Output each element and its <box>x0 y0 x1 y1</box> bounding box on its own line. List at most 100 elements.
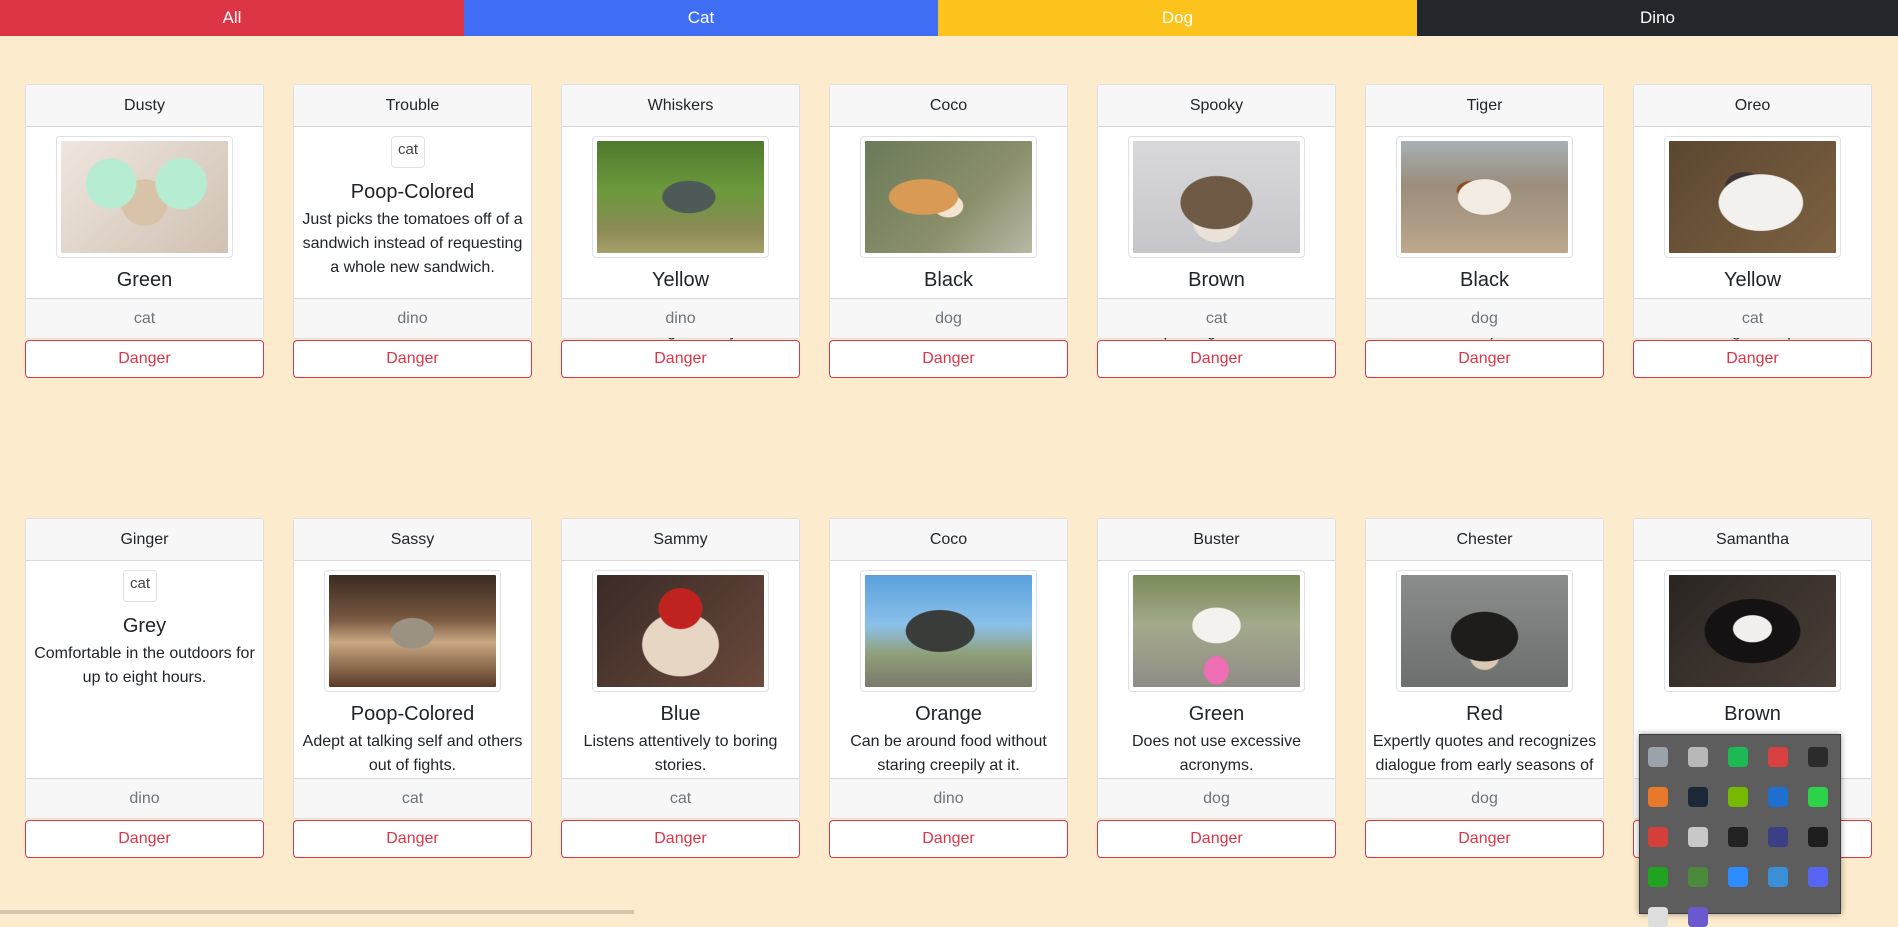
pet-color: Green <box>116 269 173 291</box>
pet-name: Coco <box>830 85 1067 127</box>
pet-color: Red <box>1466 703 1503 725</box>
bluetooth-icon[interactable] <box>1768 787 1788 807</box>
pet-name: Whiskers <box>562 85 799 127</box>
pet-description: Can be around food without staring creep… <box>850 733 1047 774</box>
pet-name: Samantha <box>1634 519 1871 561</box>
danger-button[interactable]: Danger <box>293 820 532 858</box>
pet-type: dino <box>562 298 799 338</box>
danger-button[interactable]: Danger <box>1365 340 1604 378</box>
pet-name: Chester <box>1366 519 1603 561</box>
monitor-app-icon[interactable] <box>1688 867 1708 887</box>
pet-image <box>1664 136 1841 258</box>
persian-cat-devil-hat-photo <box>597 575 764 687</box>
spotify-icon[interactable] <box>1728 747 1748 767</box>
pet-name: Buster <box>1098 519 1335 561</box>
filter-dog-button[interactable]: Dog <box>938 0 1417 36</box>
pet-name: Tiger <box>1366 85 1603 127</box>
pet-type: dog <box>830 298 1067 338</box>
pet-image <box>56 136 233 258</box>
pet-image <box>1128 570 1305 692</box>
pet-color: Green <box>1188 703 1245 725</box>
pet-description: Adept at talking self and others out of … <box>302 733 523 774</box>
pet-image <box>592 136 769 258</box>
pet-name: Oreo <box>1634 85 1871 127</box>
filter-dino-button[interactable]: Dino <box>1417 0 1898 36</box>
horizontal-scrollbar[interactable] <box>0 910 634 914</box>
network-app-icon[interactable] <box>1768 867 1788 887</box>
vpn-shield-icon[interactable] <box>1768 747 1788 767</box>
snip-tool-icon[interactable] <box>1648 747 1668 767</box>
pet-name: Coco <box>830 519 1067 561</box>
laughing-cat-photo <box>1669 141 1836 253</box>
pet-card: OreoYellowAble to stop chewing ice or wh… <box>1633 84 1872 340</box>
pet-type: cat <box>294 778 531 818</box>
dog-in-pink-boots-photo <box>1133 575 1300 687</box>
quotes-icon[interactable] <box>1808 827 1828 847</box>
maine-coon-cat-photo <box>1133 141 1300 253</box>
pet-description: Comfortable in the outdoors for up to ei… <box>34 645 255 686</box>
usb-drive-icon[interactable] <box>1688 747 1708 767</box>
pet-type: cat <box>562 778 799 818</box>
pet-type: cat <box>26 298 263 338</box>
type-filter-bar: All Cat Dog Dino <box>0 0 1898 36</box>
pen-icon[interactable] <box>1808 747 1828 767</box>
pet-image <box>860 136 1037 258</box>
extra-icon-2[interactable] <box>1688 907 1708 927</box>
danger-button[interactable]: Danger <box>561 340 800 378</box>
filter-all-button[interactable]: All <box>0 0 464 36</box>
danger-button[interactable]: Danger <box>561 820 800 858</box>
pet-card: Trouble cat Poop-Colored Just picks the tom… <box>293 84 532 339</box>
pet-image <box>1396 570 1573 692</box>
pet-card: WhiskersYellowCan prove he is a real man… <box>561 84 800 340</box>
danger-button[interactable]: Danger <box>25 340 264 378</box>
microphone-icon[interactable] <box>1688 827 1708 847</box>
danger-button[interactable]: Danger <box>829 820 1068 858</box>
broken-image-icon: cat <box>391 136 426 168</box>
danger-button[interactable]: Danger <box>25 820 264 858</box>
pet-description: Does not use excessive acronyms. <box>1132 733 1301 774</box>
pet-name: Ginger <box>26 519 263 561</box>
pet-description: Just picks the tomatoes off of a sandwic… <box>302 211 523 276</box>
danger-button[interactable]: Danger <box>1097 820 1336 858</box>
danger-button[interactable]: Danger <box>829 340 1068 378</box>
pet-type: dino <box>26 778 263 818</box>
pet-card: Chester Red Expertly quotes and recognizes… <box>1365 518 1604 819</box>
danger-button[interactable]: Danger <box>1633 340 1872 378</box>
filter-cat-button[interactable]: Cat <box>464 0 938 36</box>
pet-color: Black <box>1460 269 1509 291</box>
pet-color: Grey <box>122 615 167 637</box>
danger-button[interactable]: Danger <box>293 340 532 378</box>
pet-card: CocoBlackBurps minimally.dog <box>829 84 1068 339</box>
xbox-icon[interactable] <box>1648 867 1668 887</box>
dog-with-fake-glasses-photo <box>1401 575 1568 687</box>
pet-type: dog <box>1098 778 1335 818</box>
cat-wearing-green-wig-photo <box>61 141 228 253</box>
steam-icon[interactable] <box>1688 787 1708 807</box>
pet-card: DustyGreenGives sincere apologies.cat <box>25 84 264 339</box>
danger-button[interactable]: Danger <box>1365 820 1604 858</box>
pet-image <box>1128 136 1305 258</box>
pet-type: dino <box>294 298 531 338</box>
pet-image <box>1664 570 1841 692</box>
pet-color: Brown <box>1724 703 1781 725</box>
media-app-icon[interactable] <box>1648 787 1668 807</box>
pet-type: cat <box>1098 298 1335 338</box>
zoom-icon[interactable] <box>1728 867 1748 887</box>
discord-icon[interactable] <box>1808 867 1828 887</box>
pet-card: Sassy Poop-Colored Adept at talking self a… <box>293 518 532 819</box>
pet-color: Black <box>924 269 973 291</box>
gaming-app-icon[interactable] <box>1728 827 1748 847</box>
chat-bubble-icon[interactable] <box>1808 787 1828 807</box>
pet-color: Blue <box>660 703 701 725</box>
danger-button[interactable]: Danger <box>1097 340 1336 378</box>
nvidia-icon[interactable] <box>1728 787 1748 807</box>
security-center-icon[interactable] <box>1648 827 1668 847</box>
pet-color: Yellow <box>651 269 710 291</box>
extra-icon-1[interactable] <box>1648 907 1668 927</box>
pet-name: Trouble <box>294 85 531 127</box>
pet-card: Ginger cat Grey Comfortable in the outdoors… <box>25 518 264 819</box>
t-rex-statue-in-forest-photo <box>597 141 764 253</box>
display-icon[interactable] <box>1768 827 1788 847</box>
system-tray-overflow <box>1639 734 1841 927</box>
dimetrodon-statue-photo <box>865 575 1032 687</box>
